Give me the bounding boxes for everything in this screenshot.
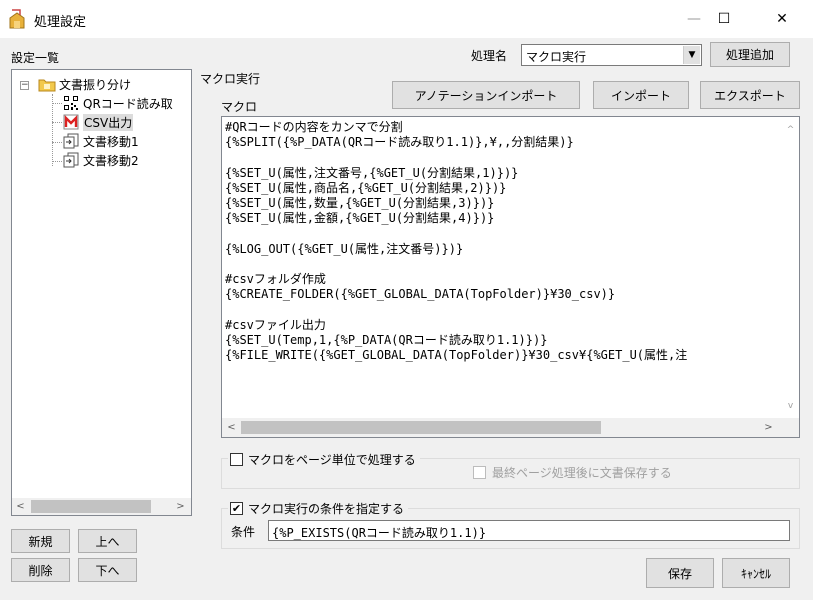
- document-move-icon: [62, 152, 80, 168]
- tree-connector: [52, 161, 62, 162]
- close-button[interactable]: ✕: [760, 0, 804, 38]
- scroll-left-icon[interactable]: <: [223, 419, 240, 436]
- save-after-last-page-option: 最終ページ処理後に文書保存する: [473, 464, 672, 481]
- scroll-right-icon[interactable]: >: [760, 419, 777, 436]
- new-button[interactable]: 新規: [11, 529, 70, 553]
- qr-code-icon: [62, 95, 80, 111]
- scroll-right-icon[interactable]: >: [172, 498, 189, 515]
- tree-horizontal-scrollbar[interactable]: < >: [12, 498, 191, 515]
- save-button[interactable]: 保存: [646, 558, 714, 588]
- condition-value[interactable]: {%P_EXISTS(QRコード読み取り1.1)}: [272, 524, 486, 541]
- settings-list-label: 設定一覧: [11, 51, 60, 65]
- condition-input[interactable]: {%P_EXISTS(QRコード読み取り1.1)}: [268, 520, 790, 541]
- title-bar: 処理設定 — ☐ ✕: [0, 0, 813, 38]
- tree-item-document-move-1[interactable]: 文書移動1: [62, 132, 139, 150]
- page-unit-label: マクロをページ単位で処理する: [248, 452, 416, 467]
- process-name-select[interactable]: マクロ実行 ▼: [521, 44, 702, 66]
- annotation-import-button[interactable]: アノテーションインポート: [392, 81, 580, 109]
- macro-text[interactable]: #QRコードの内容をカンマで分割 {%SPLIT({%P_DATA(QRコード読…: [225, 120, 780, 363]
- csv-output-icon: [62, 114, 80, 130]
- maximize-button[interactable]: ☐: [702, 0, 746, 38]
- scroll-left-icon[interactable]: <: [12, 498, 29, 515]
- save-after-last-page-checkbox: [473, 466, 486, 479]
- scroll-up-icon[interactable]: ^: [782, 121, 799, 138]
- process-name-value: マクロ実行: [526, 50, 587, 64]
- condition-label: 条件: [231, 525, 256, 539]
- tree-connector: [52, 142, 62, 143]
- delete-button[interactable]: 削除: [11, 558, 70, 582]
- tree-item-qr-read[interactable]: QRコード読み取: [62, 94, 173, 112]
- app-icon: [9, 9, 25, 29]
- tree-connector: [52, 94, 53, 166]
- tree-item-label: CSV出力: [83, 113, 134, 131]
- condition-enable-label: マクロ実行の条件を指定する: [248, 501, 405, 516]
- condition-enable-option[interactable]: ✔ マクロ実行の条件を指定する: [228, 501, 409, 516]
- tree-item-document-move-2[interactable]: 文書移動2: [62, 151, 139, 169]
- window-title: 処理設定: [34, 15, 87, 30]
- tree-item-csv-output[interactable]: CSV出力: [62, 113, 134, 131]
- settings-tree[interactable]: − 文書振り分け QRコード読み取 CSV出力 文書移動1 文書移動2 < >: [11, 69, 192, 516]
- page-unit-checkbox[interactable]: [230, 452, 243, 466]
- tree-connector: [52, 103, 62, 104]
- tree-connector: [52, 122, 62, 123]
- cancel-button[interactable]: ｷｬﾝｾﾙ: [722, 558, 790, 588]
- add-process-button[interactable]: 処理追加: [710, 42, 790, 67]
- macro-editor[interactable]: #QRコードの内容をカンマで分割 {%SPLIT({%P_DATA(QRコード読…: [221, 116, 800, 438]
- chevron-down-icon[interactable]: ▼: [683, 46, 700, 64]
- save-after-last-page-label: 最終ページ処理後に文書保存する: [492, 466, 672, 480]
- move-down-button[interactable]: 下へ: [78, 558, 137, 582]
- tree-item-label: 文書振り分け: [59, 77, 132, 92]
- tree-item-document-sort[interactable]: 文書振り分け: [38, 75, 131, 93]
- import-button[interactable]: インポート: [593, 81, 689, 109]
- document-move-icon: [62, 133, 80, 149]
- tree-item-label: 文書移動2: [83, 153, 139, 168]
- scroll-thumb[interactable]: [241, 421, 601, 434]
- tree-item-label: QRコード読み取: [83, 96, 173, 111]
- page-unit-option[interactable]: マクロをページ単位で処理する: [228, 452, 420, 467]
- export-button[interactable]: エクスポート: [700, 81, 800, 109]
- process-name-label: 処理名: [471, 49, 508, 63]
- tree-item-label: 文書移動1: [83, 134, 139, 149]
- folder-icon: [38, 76, 56, 92]
- tree-expander[interactable]: −: [20, 81, 29, 90]
- editor-horizontal-scrollbar[interactable]: < >: [222, 418, 799, 437]
- condition-enable-checkbox[interactable]: ✔: [230, 501, 243, 515]
- editor-vertical-scrollbar[interactable]: ^ v: [782, 117, 799, 419]
- macro-label: マクロ: [221, 100, 258, 114]
- section-label: マクロ実行: [200, 72, 261, 86]
- move-up-button[interactable]: 上へ: [78, 529, 137, 553]
- scroll-down-icon[interactable]: v: [782, 397, 799, 414]
- scroll-thumb[interactable]: [31, 500, 151, 513]
